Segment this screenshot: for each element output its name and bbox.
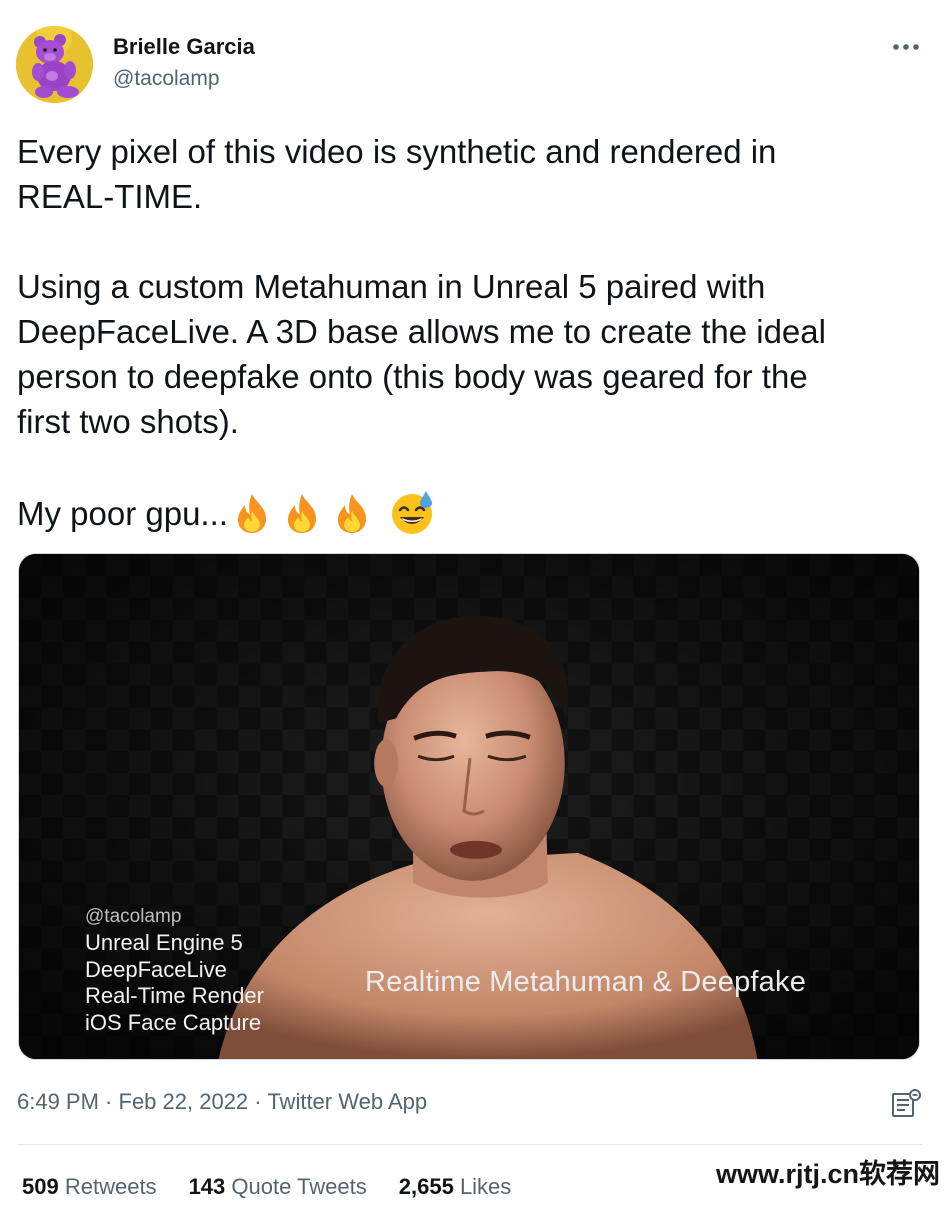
tweet-source[interactable]: Twitter Web App bbox=[267, 1089, 427, 1114]
divider bbox=[17, 1144, 922, 1145]
teddy-bear-icon bbox=[16, 26, 93, 103]
meta-separator: · bbox=[98, 1089, 119, 1114]
tweet-line: first two shots). bbox=[17, 403, 239, 440]
tweet-stats: 509 Retweets 143 Quote Tweets 2,655 Like… bbox=[22, 1174, 543, 1200]
fire-emoji-icon bbox=[230, 491, 274, 535]
video-overlay-line: DeepFaceLive bbox=[85, 956, 227, 982]
tweet-line: Every pixel of this video is synthetic a… bbox=[17, 133, 777, 170]
quote-tweets-stat[interactable]: 143 Quote Tweets bbox=[189, 1174, 367, 1200]
video-overlay-line: Unreal Engine 5 bbox=[85, 930, 243, 955]
tweet-text: Every pixel of this video is synthetic a… bbox=[17, 129, 932, 537]
tweet-line-text: My poor gpu... bbox=[17, 494, 228, 532]
retweets-stat[interactable]: 509 Retweets bbox=[22, 1174, 157, 1200]
tweet-analytics-button[interactable] bbox=[891, 1088, 923, 1120]
tweet-line: REAL-TIME. bbox=[17, 178, 203, 215]
fire-emoji-icon bbox=[330, 491, 374, 535]
retweets-label: Retweets bbox=[64, 1174, 157, 1199]
sweat-smile-emoji-icon bbox=[388, 489, 436, 537]
tweet-line: Using a custom Metahuman in Unreal 5 pai… bbox=[17, 268, 766, 305]
tweet-meta: 6:49 PM · Feb 22, 2022 · Twitter Web App bbox=[17, 1089, 427, 1115]
display-name[interactable]: Brielle Garcia bbox=[113, 34, 255, 60]
tweet-page: Brielle Garcia @tacolamp Every pixel of … bbox=[0, 0, 950, 1216]
watermark: www.rjtj.cn软荐网 bbox=[716, 1159, 941, 1189]
likes-label: Likes bbox=[459, 1174, 512, 1199]
tweet-date[interactable]: Feb 22, 2022 bbox=[119, 1089, 249, 1114]
quote-tweets-count: 143 bbox=[188, 1174, 226, 1199]
video-overlay-line: iOS Face Capture bbox=[85, 1009, 262, 1035]
retweets-count: 509 bbox=[22, 1174, 59, 1199]
more-options-button[interactable] bbox=[886, 30, 926, 64]
avatar[interactable] bbox=[16, 26, 93, 103]
likes-count: 2,655 bbox=[398, 1174, 454, 1199]
analytics-icon bbox=[892, 1089, 921, 1117]
user-handle[interactable]: @tacolamp bbox=[113, 67, 220, 91]
video-overlay-handle: @tacolamp bbox=[85, 906, 182, 927]
likes-stat[interactable]: 2,655 Likes bbox=[399, 1174, 512, 1200]
video-overlay-credits: Unreal Engine 5 DeepFaceLive Real-Time R… bbox=[85, 930, 264, 1036]
meta-separator: · bbox=[248, 1089, 268, 1114]
tweet-time[interactable]: 6:49 PM bbox=[17, 1089, 99, 1114]
tweet-line-emoji: My poor gpu... bbox=[17, 489, 932, 537]
video-overlay-line: Real-Time Render bbox=[85, 983, 264, 1008]
quote-tweets-label: Quote Tweets bbox=[231, 1174, 367, 1199]
fire-emoji-icon bbox=[280, 491, 324, 535]
video-overlay-title: Realtime Metahuman & Deepfake bbox=[365, 966, 807, 998]
more-dots-icon bbox=[893, 44, 919, 50]
tweet-line: DeepFaceLive. A 3D base allows me to cre… bbox=[17, 313, 826, 350]
tweet-line: person to deepfake onto (this body was g… bbox=[17, 358, 808, 395]
tweet-video[interactable]: @tacolamp Unreal Engine 5 DeepFaceLive R… bbox=[18, 553, 920, 1060]
